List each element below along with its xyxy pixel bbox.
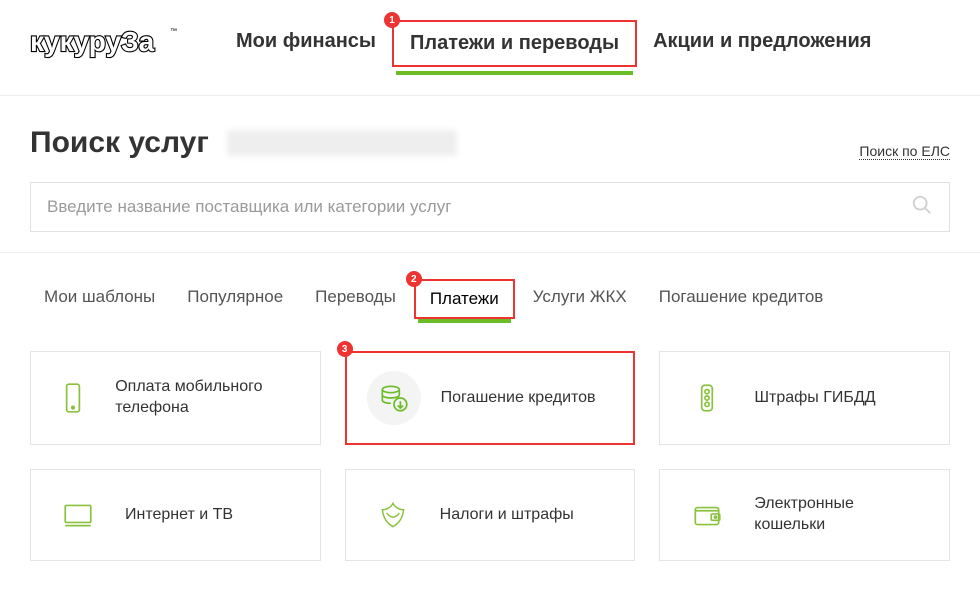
tile-loan-wrap: 3 Погашение кредитов — [345, 351, 636, 445]
redacted-block — [227, 130, 457, 156]
tile-label: Оплата мобильного телефона — [115, 377, 299, 419]
svg-text:™: ™ — [170, 28, 177, 35]
step-badge-2: 2 — [406, 271, 422, 287]
svg-text:кукуруЗа: кукуруЗа — [30, 26, 155, 57]
subnav-label: Популярное — [187, 287, 283, 306]
search-header: Поиск услуг Поиск по ЕЛС — [30, 126, 950, 160]
nav-item-payments-transfers[interactable]: Платежи и переводы — [392, 20, 637, 67]
tile-label: Налоги и штрафы — [440, 505, 574, 526]
subnav-housing[interactable]: Услуги ЖКХ — [519, 279, 641, 319]
logo-svg: кукуруЗа ™ — [30, 23, 180, 59]
subnav-label: Платежи — [430, 289, 499, 308]
traffic-light-icon — [680, 371, 734, 425]
subnav-loans[interactable]: Погашение кредитов — [645, 279, 838, 319]
tile-loan-repayment[interactable]: Погашение кредитов — [345, 351, 636, 445]
subnav: Мои шаблоны Популярное Переводы 2 Платеж… — [0, 253, 980, 341]
search-title: Поиск услуг — [30, 126, 209, 160]
subnav-label: Погашение кредитов — [659, 287, 824, 306]
search-input[interactable]: Введите название поставщика или категори… — [30, 182, 950, 232]
nav-items: Мои финансы 1 Платежи и переводы Акции и… — [220, 20, 887, 67]
nav-item-finances[interactable]: Мои финансы — [220, 20, 392, 67]
tile-mobile-payment[interactable]: Оплата мобильного телефона — [30, 351, 321, 445]
category-tiles: Оплата мобильного телефона 3 Погашение к… — [0, 341, 980, 591]
nav-item-payments-wrap: 1 Платежи и переводы — [392, 20, 637, 67]
tile-taxes-fines[interactable]: Налоги и штрафы — [345, 469, 636, 561]
subnav-popular[interactable]: Популярное — [173, 279, 297, 319]
tile-label: Интернет и ТВ — [125, 505, 233, 526]
step-badge-3: 3 — [337, 341, 353, 357]
els-link[interactable]: Поиск по ЕЛС — [859, 143, 950, 160]
coins-download-icon — [367, 371, 421, 425]
nav-label: Платежи и переводы — [410, 32, 619, 54]
search-placeholder: Введите название поставщика или категори… — [47, 197, 911, 217]
nav-item-promo[interactable]: Акции и предложения — [637, 20, 887, 67]
subnav-label: Услуги ЖКХ — [533, 287, 627, 306]
tile-label: Электронные кошельки — [754, 494, 929, 536]
tile-internet-tv[interactable]: Интернет и ТВ — [30, 469, 321, 561]
tile-label: Погашение кредитов — [441, 388, 596, 409]
wallet-icon — [680, 488, 734, 542]
search-icon[interactable] — [911, 194, 933, 221]
emblem-icon — [366, 488, 420, 542]
logo[interactable]: кукуруЗа ™ — [30, 23, 180, 64]
subnav-transfers[interactable]: Переводы — [301, 279, 410, 319]
top-nav: кукуруЗа ™ Мои финансы 1 Платежи и перев… — [0, 0, 980, 96]
tile-label: Штрафы ГИБДД — [754, 388, 875, 409]
nav-label: Мои финансы — [236, 30, 376, 52]
section-search: Поиск услуг Поиск по ЕЛС Введите названи… — [0, 96, 980, 253]
subnav-templates[interactable]: Мои шаблоны — [30, 279, 169, 319]
subnav-payments-wrap: 2 Платежи — [414, 279, 515, 319]
subnav-label: Переводы — [315, 287, 396, 306]
step-badge-1: 1 — [384, 12, 400, 28]
monitor-icon — [51, 488, 105, 542]
subnav-payments[interactable]: Платежи — [414, 279, 515, 319]
tile-traffic-fines[interactable]: Штрафы ГИБДД — [659, 351, 950, 445]
phone-icon — [51, 371, 95, 425]
subnav-label: Мои шаблоны — [44, 287, 155, 306]
nav-label: Акции и предложения — [653, 30, 871, 52]
tile-ewallets[interactable]: Электронные кошельки — [659, 469, 950, 561]
